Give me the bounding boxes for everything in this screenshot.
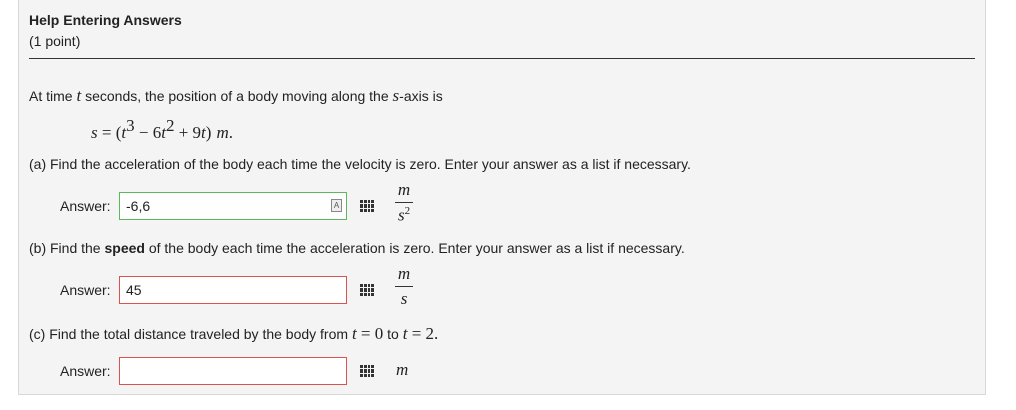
- intro-text-1: At time: [29, 88, 73, 104]
- eq-period: .: [228, 123, 233, 142]
- fraction-bar: [395, 202, 413, 203]
- part-c-eq2: = 2.: [407, 324, 439, 343]
- part-b-unit: m s: [392, 264, 416, 309]
- eq-minus: − 6: [134, 123, 162, 142]
- part-b-question: (b) Find the speed of the body each time…: [29, 240, 685, 256]
- answer-preview-icon[interactable]: A: [331, 199, 342, 212]
- position-equation: s = (t3 − 6t2 + 9t) m.: [91, 116, 233, 143]
- unit-numerator: m: [397, 180, 411, 199]
- eq-equals: = (: [97, 123, 122, 142]
- part-b-bold: speed: [104, 240, 145, 256]
- part-c-to: to: [387, 326, 399, 342]
- intro-text-3: -axis is: [399, 88, 443, 104]
- intro-text-2: seconds, the position of a body moving a…: [85, 88, 389, 104]
- eq-plus: + 9: [174, 123, 202, 142]
- equation-editor-icon[interactable]: [360, 365, 374, 377]
- eq-exp1: 3: [126, 116, 135, 135]
- part-a-answer-input[interactable]: [119, 192, 347, 220]
- part-c-answer-input[interactable]: [119, 357, 347, 385]
- part-b-text-1: (b) Find the: [29, 240, 101, 256]
- part-b-answer-label: Answer:: [60, 282, 111, 298]
- part-c-text-1: (c) Find the total distance traveled by …: [29, 326, 349, 342]
- intro-var-t: t: [76, 86, 82, 105]
- eq-unit: m: [216, 123, 229, 142]
- part-c-eq1: = 0: [356, 324, 384, 343]
- problem-title: Help Entering Answers: [29, 12, 182, 28]
- eq-close: ): [205, 123, 212, 142]
- unit-denominator: s2: [397, 205, 411, 225]
- problem-points: (1 point): [29, 33, 81, 49]
- part-a-question: (a) Find the acceleration of the body ea…: [29, 156, 691, 172]
- eq-s: s: [91, 123, 98, 142]
- part-a-unit: m s2: [392, 180, 416, 226]
- equation-editor-icon[interactable]: [360, 284, 374, 296]
- unit-denominator: s: [400, 289, 408, 308]
- problem-intro: At time t seconds, the position of a bod…: [29, 86, 443, 106]
- part-c-unit: m: [396, 360, 409, 379]
- problem-panel: Help Entering Answers (1 point) At time …: [18, 0, 986, 395]
- divider: [29, 58, 975, 59]
- part-c-answer-label: Answer:: [60, 363, 111, 379]
- equation-editor-icon[interactable]: [360, 200, 374, 212]
- part-c-question: (c) Find the total distance traveled by …: [29, 324, 438, 344]
- part-a-answer-label: Answer:: [60, 198, 111, 214]
- part-b-answer-input[interactable]: [119, 276, 347, 304]
- part-b-text-2: of the body each time the acceleration i…: [148, 240, 685, 256]
- fraction-bar: [395, 286, 413, 287]
- unit-numerator: m: [397, 264, 411, 283]
